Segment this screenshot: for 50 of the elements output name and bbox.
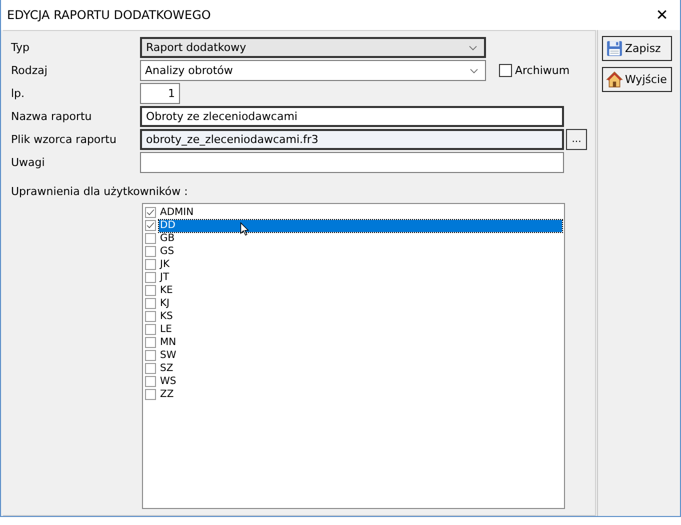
field-label: Rodzaj [11, 64, 48, 77]
list-item[interactable]: KS [159, 310, 174, 322]
list-item[interactable]: GS [159, 246, 176, 258]
checkbox[interactable] [145, 311, 156, 322]
checkbox[interactable] [145, 207, 156, 218]
save-button[interactable]: Zapisz [602, 36, 672, 61]
checkbox[interactable] [145, 272, 156, 283]
checkbox[interactable] [145, 259, 156, 270]
list-item[interactable]: DD [159, 220, 562, 232]
checkbox[interactable] [145, 376, 156, 387]
checkbox-label: Archiwum [515, 64, 570, 77]
checkbox[interactable] [145, 220, 156, 231]
field-label: lp. [11, 87, 26, 100]
list-item[interactable]: JT [159, 272, 170, 284]
house-icon [606, 71, 623, 88]
checkbox[interactable] [499, 64, 512, 77]
text-field[interactable] [140, 152, 564, 173]
field-label: Typ [11, 41, 30, 54]
list-item[interactable]: ADMIN [159, 206, 195, 218]
checkbox[interactable] [145, 324, 156, 335]
text-field[interactable]: Obroty ze zleceniodawcami [140, 106, 564, 127]
checkbox[interactable] [145, 285, 156, 296]
browse-button[interactable]: ... [566, 129, 587, 150]
list-item[interactable]: MN [159, 336, 178, 348]
list-item[interactable]: JK [159, 258, 171, 270]
checkbox[interactable] [145, 233, 156, 244]
list-item[interactable]: ZZ [159, 388, 175, 400]
checkbox[interactable] [145, 350, 156, 361]
section-label: Uprawnienia dla użytkowników : [11, 185, 189, 200]
list-item[interactable]: LE [159, 324, 173, 336]
field-label: Nazwa raportu [11, 110, 93, 123]
exit-button[interactable]: Wyjście [602, 67, 672, 92]
checkbox[interactable] [145, 337, 156, 348]
list-item[interactable]: WS [159, 376, 178, 388]
list-item[interactable]: GB [159, 232, 176, 244]
dropdown[interactable]: Raport dodatkowy [140, 37, 486, 58]
list-item[interactable]: KJ [159, 298, 171, 310]
checkbox[interactable] [145, 298, 156, 309]
list-item[interactable]: SZ [159, 362, 174, 374]
file-field[interactable]: obroty_ze_zleceniodawcami.fr3 [140, 129, 564, 150]
window-title: EDYCJA RAPORTU DODATKOWEGO [7, 8, 211, 22]
list-item[interactable]: SW [159, 350, 178, 362]
dropdown[interactable]: Analizy obrotów [140, 60, 486, 81]
checkbox[interactable] [145, 389, 156, 400]
number-field[interactable]: 1 [140, 83, 180, 104]
checkbox[interactable] [145, 363, 156, 374]
field-label: Uwagi [11, 156, 46, 169]
list-item[interactable]: KE [159, 284, 174, 296]
checkbox[interactable] [145, 246, 156, 257]
field-label: Plik wzorca raportu [11, 133, 118, 146]
